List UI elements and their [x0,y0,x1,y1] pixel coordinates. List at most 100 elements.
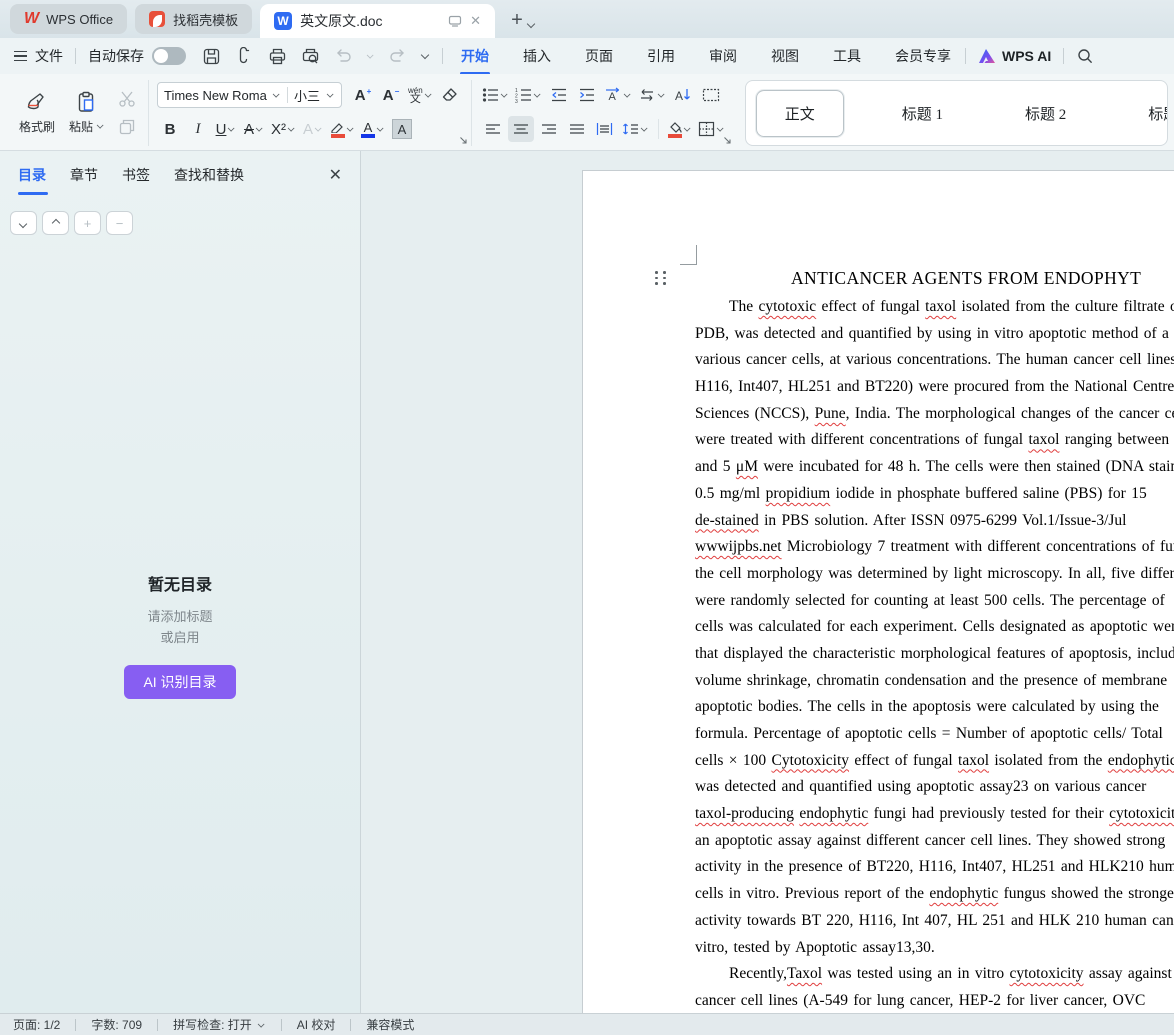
font-size-select[interactable]: 小三 [294,86,320,105]
redo-icon[interactable] [389,48,407,64]
menu-tab-插入[interactable]: 插入 [521,38,553,74]
copy-icon[interactable] [118,118,136,136]
doc-line[interactable]: PDB, was detected and quantified by usin… [695,321,1174,348]
text-direction-button[interactable]: A [602,82,634,108]
doc-line[interactable]: The cytotoxic effect of fungal taxol iso… [695,294,1174,321]
tab-list-chevron-icon[interactable] [527,21,536,29]
pane-tab-查找和替换[interactable]: 查找和替换 [174,165,244,195]
style-标题 1[interactable]: 标题 1 [878,91,967,136]
clipboard-dialog-launcher-icon[interactable] [136,136,145,145]
wps-ai-button[interactable]: WPS AI [978,48,1051,64]
font-size-chevron-icon[interactable] [327,92,334,98]
format-painter-button[interactable]: 格式刷 [14,80,60,144]
collapse-button[interactable]: − [106,211,133,235]
pane-tab-目录[interactable]: 目录 [18,165,48,195]
doc-line[interactable]: were treated with different concentratio… [695,427,1174,454]
bullet-list-button[interactable] [480,82,511,108]
pane-tab-章节[interactable]: 章节 [70,165,98,195]
doc-line[interactable]: taxol-producing endophytic fungi had pre… [695,801,1174,828]
doc-line[interactable]: was detected and quantified using apopto… [695,774,1174,801]
print-icon[interactable] [268,47,287,66]
ai-recognize-toc-button[interactable]: AI 识别目录 [124,665,236,699]
tab-docer-template[interactable]: 找稻壳模板 [135,4,253,34]
search-icon[interactable] [1076,47,1094,65]
clear-format-button[interactable] [437,82,463,108]
close-document-icon[interactable]: ✕ [470,13,481,29]
doc-line[interactable]: the cell morphology was determined by li… [695,561,1174,588]
next-heading-button[interactable] [10,211,37,235]
menu-tab-审阅[interactable]: 审阅 [707,38,739,74]
decrease-indent-button[interactable] [546,82,572,108]
paste-button[interactable]: 粘贴 [64,80,110,144]
compatibility-mode-badge[interactable]: 兼容模式 [366,1016,414,1033]
menu-tab-页面[interactable]: 页面 [583,38,615,74]
align-center-button[interactable] [507,116,534,142]
file-menu[interactable]: 文件 [35,46,63,66]
doc-line[interactable]: that displayed the characteristic morpho… [695,641,1174,668]
doc-line[interactable]: 0.5 mg/ml propidium iodide in phosphate … [695,481,1174,508]
decrease-font-button[interactable]: A − [378,82,404,108]
italic-button[interactable]: I [185,116,211,142]
doc-title[interactable]: ANTICANCER AGENTS FROM ENDOPHYT [695,264,1174,293]
font-dialog-launcher-icon[interactable] [459,136,468,145]
style-正文[interactable]: 正文 [755,89,844,137]
doc-line[interactable]: activity in the presence of BT220, H116,… [695,854,1174,881]
character-shading-button[interactable]: A [389,116,415,142]
paragraph-dialog-launcher-icon[interactable] [723,136,732,145]
align-left-button[interactable] [480,116,506,142]
increase-font-button[interactable]: A + [350,82,376,108]
numbered-list-button[interactable]: 123 [513,82,544,108]
document-page[interactable]: ANTICANCER AGENTS FROM ENDOPHYT The cyto… [582,170,1174,1013]
justify-button[interactable] [564,116,590,142]
align-right-button[interactable] [536,116,562,142]
font-name-select[interactable]: Times New Roma [164,88,272,103]
doc-line[interactable]: activity towards BT 220, H116, Int 407, … [695,908,1174,935]
open-in-window-icon[interactable] [448,15,462,27]
autosave-toggle[interactable] [152,47,186,65]
tab-wps-office[interactable]: W WPS Office [10,4,128,34]
doc-line[interactable]: volume shrinkage, chromatin condensation… [695,668,1174,695]
menu-tab-工具[interactable]: 工具 [831,38,863,74]
history-chevron-icon[interactable] [421,52,430,60]
increase-indent-button[interactable] [574,82,600,108]
superscript-button[interactable]: X² [269,116,298,142]
font-name-chevron-icon[interactable] [273,92,280,98]
document-canvas[interactable]: ANTICANCER AGENTS FROM ENDOPHYT The cyto… [361,151,1174,1013]
doc-line[interactable]: cells × 100 Cytotoxicity effect of funga… [695,748,1174,775]
shading-button[interactable] [666,116,694,142]
text-effects-button[interactable]: A [300,116,326,142]
menu-tab-视图[interactable]: 视图 [769,38,801,74]
word-count[interactable]: 字数: 709 [91,1016,142,1033]
menu-tab-引用[interactable]: 引用 [645,38,677,74]
save-icon[interactable] [202,47,221,66]
sort-button[interactable]: A [670,82,696,108]
phonetic-guide-button[interactable]: wén 文 [406,82,435,108]
page-indicator[interactable]: 页面: 1/2 [13,1016,60,1033]
doc-line[interactable]: an apoptotic assay against different can… [695,828,1174,855]
paragraph-drag-handle-icon[interactable] [655,271,667,285]
font-color-button[interactable]: A [359,116,387,142]
line-spacing-button[interactable] [620,116,651,142]
bold-button[interactable]: B [157,116,183,142]
doc-line[interactable]: cells was calculated for each experiment… [695,614,1174,641]
doc-line[interactable]: cancer cell lines (A-549 for lung cancer… [695,988,1174,1013]
strikethrough-button[interactable]: A [241,116,267,142]
doc-line[interactable]: and 5 μM were incubated for 48 h. The ce… [695,454,1174,481]
main-menu-icon[interactable] [14,50,27,62]
style-标题 2[interactable]: 标题 2 [1001,91,1090,136]
doc-line[interactable]: apoptotic bodies. The cells in the apopt… [695,694,1174,721]
menu-tab-会员专享[interactable]: 会员专享 [893,38,953,74]
export-pdf-icon[interactable] [235,46,254,66]
menu-tab-开始[interactable]: 开始 [459,38,491,74]
doc-line[interactable]: were randomly selected for counting at l… [695,588,1174,615]
doc-line[interactable]: formula. Percentage of apoptotic cells =… [695,721,1174,748]
ai-proofread-button[interactable]: AI 校对 [297,1016,336,1033]
text-wrap-button[interactable] [636,82,668,108]
doc-line[interactable]: Sciences (NCCS), Pune, India. The morpho… [695,401,1174,428]
new-tab-button[interactable]: + [511,9,523,32]
underline-button[interactable]: U [213,116,239,142]
doc-line[interactable]: wwwijpbs.net Microbiology 7 treatment wi… [695,534,1174,561]
undo-chevron-icon[interactable] [367,53,374,59]
undo-icon[interactable] [334,48,352,64]
doc-line[interactable]: Recently,Taxol was tested using an in vi… [695,961,1174,988]
